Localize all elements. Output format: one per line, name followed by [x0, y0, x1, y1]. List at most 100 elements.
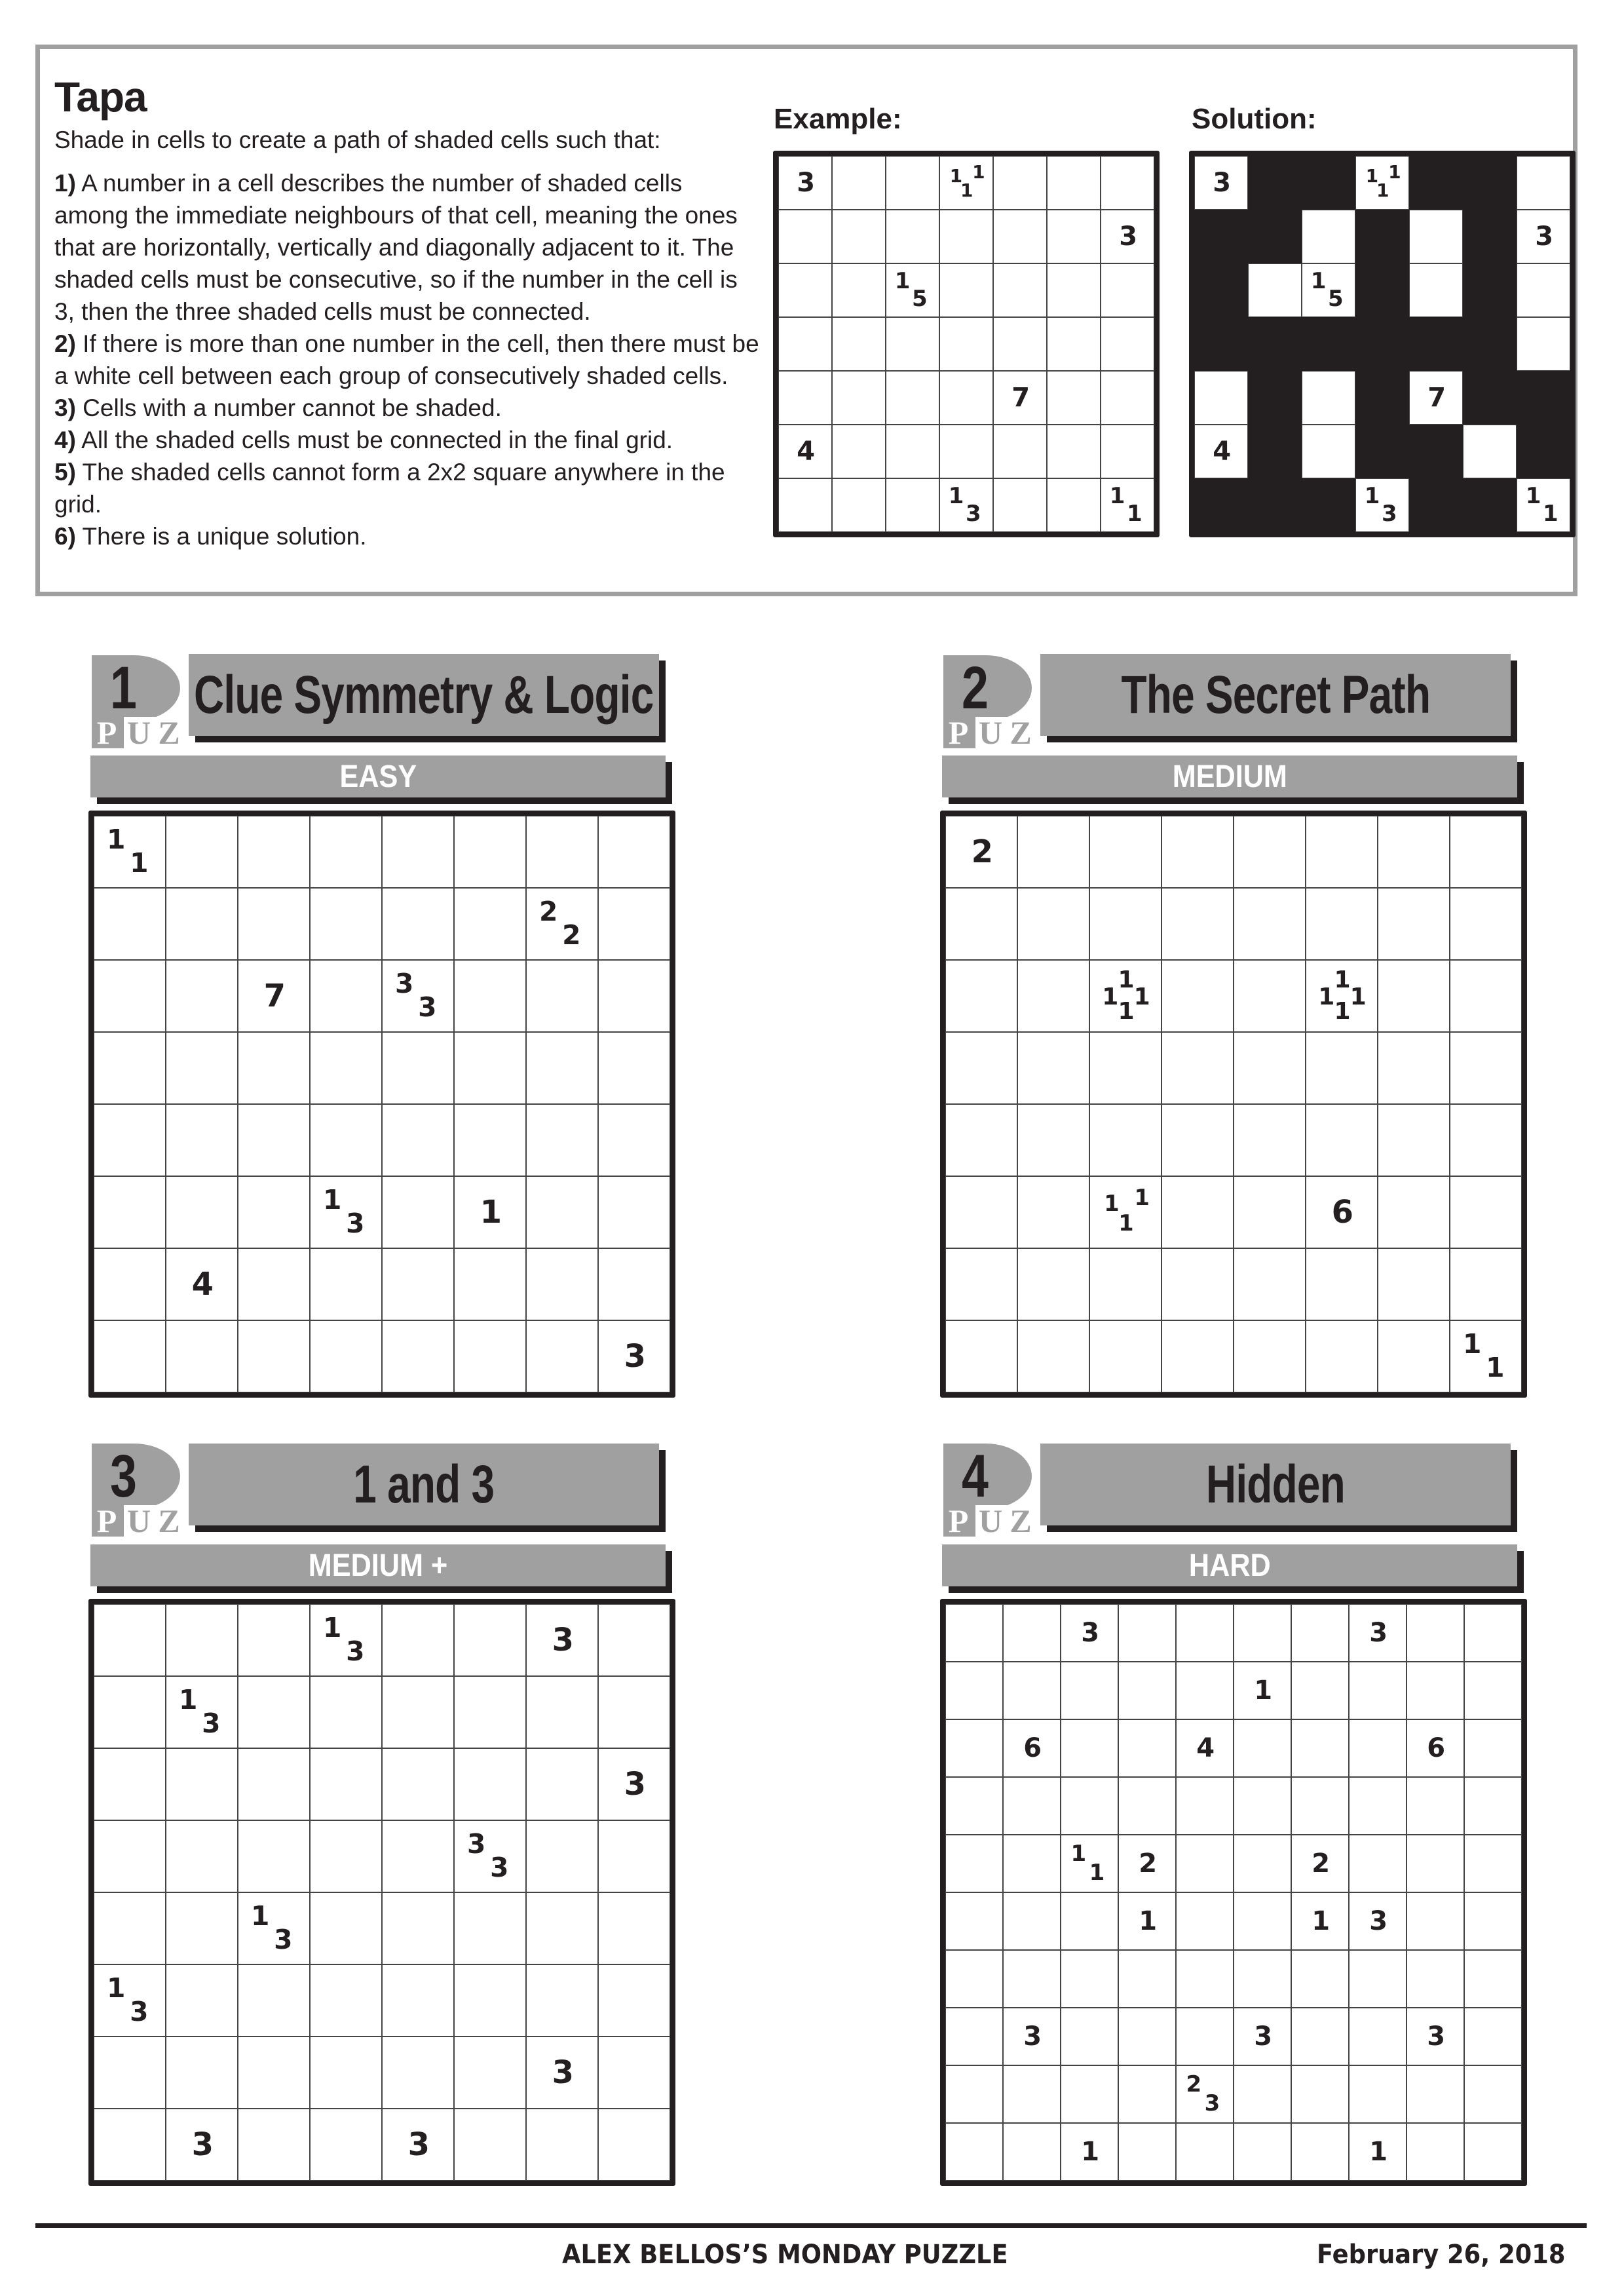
- grid-cell[interactable]: [945, 1719, 1003, 1777]
- grid-cell[interactable]: [1118, 1719, 1176, 1777]
- grid-cell[interactable]: [238, 1748, 310, 1820]
- grid-cell[interactable]: [94, 1604, 166, 1676]
- grid-cell[interactable]: 1: [454, 1176, 526, 1248]
- grid-cell[interactable]: [310, 2037, 382, 2109]
- grid-cell[interactable]: [1464, 1777, 1522, 1835]
- grid-cell[interactable]: [1450, 1104, 1522, 1176]
- grid-cell[interactable]: [1003, 1662, 1061, 1719]
- grid-cell[interactable]: [1378, 1176, 1450, 1248]
- grid-cell[interactable]: [1017, 1104, 1089, 1176]
- grid-cell[interactable]: [1161, 1320, 1234, 1392]
- grid-cell[interactable]: [1378, 1104, 1450, 1176]
- grid-cell[interactable]: [1161, 960, 1234, 1032]
- grid-cell[interactable]: [598, 1176, 670, 1248]
- grid-cell[interactable]: [238, 2037, 310, 2109]
- grid-cell[interactable]: [1450, 816, 1522, 888]
- grid-cell[interactable]: [945, 1032, 1017, 1104]
- grid-cell[interactable]: [1017, 1248, 1089, 1320]
- grid-cell[interactable]: [1349, 1777, 1407, 1835]
- grid-cell[interactable]: [1234, 1892, 1291, 1950]
- grid-cell[interactable]: [598, 1820, 670, 1892]
- grid-cell[interactable]: [454, 1892, 526, 1964]
- grid-cell[interactable]: [1176, 1835, 1234, 1892]
- grid-cell[interactable]: [1003, 1892, 1061, 1950]
- grid-cell[interactable]: [1118, 1604, 1176, 1662]
- grid-cell[interactable]: [1234, 2123, 1291, 2181]
- grid-cell[interactable]: [94, 1032, 166, 1104]
- grid-cell[interactable]: 3: [1003, 2008, 1061, 2065]
- grid-cell[interactable]: 2: [1291, 1835, 1349, 1892]
- grid-cell[interactable]: [94, 1176, 166, 1248]
- grid-cell[interactable]: [382, 1032, 454, 1104]
- grid-cell[interactable]: [598, 1248, 670, 1320]
- grid-cell[interactable]: [238, 816, 310, 888]
- grid-cell[interactable]: [526, 2109, 598, 2181]
- grid-cell[interactable]: [1003, 1835, 1061, 1892]
- grid-cell[interactable]: [94, 1892, 166, 1964]
- grid-cell[interactable]: [1450, 1248, 1522, 1320]
- grid-cell[interactable]: [1234, 1248, 1306, 1320]
- grid-cell[interactable]: [1306, 1104, 1378, 1176]
- grid-cell[interactable]: [526, 1320, 598, 1392]
- grid-cell[interactable]: [1061, 1719, 1118, 1777]
- grid-cell[interactable]: [598, 2037, 670, 2109]
- grid-cell[interactable]: 3: [526, 2037, 598, 2109]
- grid-cell[interactable]: [382, 1964, 454, 2037]
- grid-cell[interactable]: [94, 1748, 166, 1820]
- grid-cell[interactable]: 23: [1176, 2065, 1234, 2123]
- grid-cell[interactable]: [238, 1320, 310, 1392]
- grid-cell[interactable]: [310, 1748, 382, 1820]
- grid-cell[interactable]: [1003, 2123, 1061, 2181]
- grid-cell[interactable]: [526, 1892, 598, 1964]
- grid-cell[interactable]: [945, 2008, 1003, 2065]
- grid-cell[interactable]: [238, 1964, 310, 2037]
- grid-cell[interactable]: [1464, 1719, 1522, 1777]
- grid-cell[interactable]: [382, 1820, 454, 1892]
- grid-cell[interactable]: [1378, 888, 1450, 960]
- grid-cell[interactable]: [945, 1892, 1003, 1950]
- grid-cell[interactable]: [166, 1748, 238, 1820]
- grid-cell[interactable]: 1: [1291, 1892, 1349, 1950]
- grid-cell[interactable]: [945, 1662, 1003, 1719]
- grid-cell[interactable]: 3: [166, 2109, 238, 2181]
- grid-cell[interactable]: 3: [382, 2109, 454, 2181]
- grid-cell[interactable]: [1234, 1104, 1306, 1176]
- grid-cell[interactable]: [310, 816, 382, 888]
- grid-cell[interactable]: [1017, 1176, 1089, 1248]
- grid-cell[interactable]: 1: [1234, 1662, 1291, 1719]
- grid-cell[interactable]: [945, 1777, 1003, 1835]
- grid-cell[interactable]: [1161, 1248, 1234, 1320]
- grid-cell[interactable]: 1: [1061, 2123, 1118, 2181]
- grid-cell[interactable]: [945, 888, 1017, 960]
- grid-cell[interactable]: [310, 960, 382, 1032]
- grid-cell[interactable]: [94, 960, 166, 1032]
- grid-cell[interactable]: [1464, 1835, 1522, 1892]
- grid-cell[interactable]: [238, 1176, 310, 1248]
- grid-cell[interactable]: [382, 816, 454, 888]
- grid-cell[interactable]: [1234, 960, 1306, 1032]
- grid-cell[interactable]: [1407, 1950, 1464, 2008]
- grid-cell[interactable]: [1306, 1320, 1378, 1392]
- grid-cell[interactable]: [166, 1104, 238, 1176]
- grid-cell[interactable]: [945, 1176, 1017, 1248]
- grid-cell[interactable]: 3: [526, 1604, 598, 1676]
- grid-cell[interactable]: [1234, 888, 1306, 960]
- grid-cell[interactable]: [598, 1604, 670, 1676]
- grid-cell[interactable]: [1061, 1950, 1118, 2008]
- grid-cell[interactable]: [166, 1320, 238, 1392]
- grid-cell[interactable]: [1464, 2008, 1522, 2065]
- grid-cell[interactable]: [94, 2109, 166, 2181]
- grid-cell[interactable]: [945, 960, 1017, 1032]
- grid-cell[interactable]: [166, 1176, 238, 1248]
- grid-cell[interactable]: [454, 1676, 526, 1748]
- grid-cell[interactable]: [454, 816, 526, 888]
- grid-cell[interactable]: [1234, 1032, 1306, 1104]
- grid-cell[interactable]: [1118, 1777, 1176, 1835]
- grid-cell[interactable]: [1118, 2123, 1176, 2181]
- grid-cell[interactable]: [1003, 2065, 1061, 2123]
- grid-cell[interactable]: [1291, 1719, 1349, 1777]
- grid-cell[interactable]: [1176, 2008, 1234, 2065]
- grid-cell[interactable]: [238, 1676, 310, 1748]
- grid-cell[interactable]: [526, 1032, 598, 1104]
- grid-cell[interactable]: [526, 1248, 598, 1320]
